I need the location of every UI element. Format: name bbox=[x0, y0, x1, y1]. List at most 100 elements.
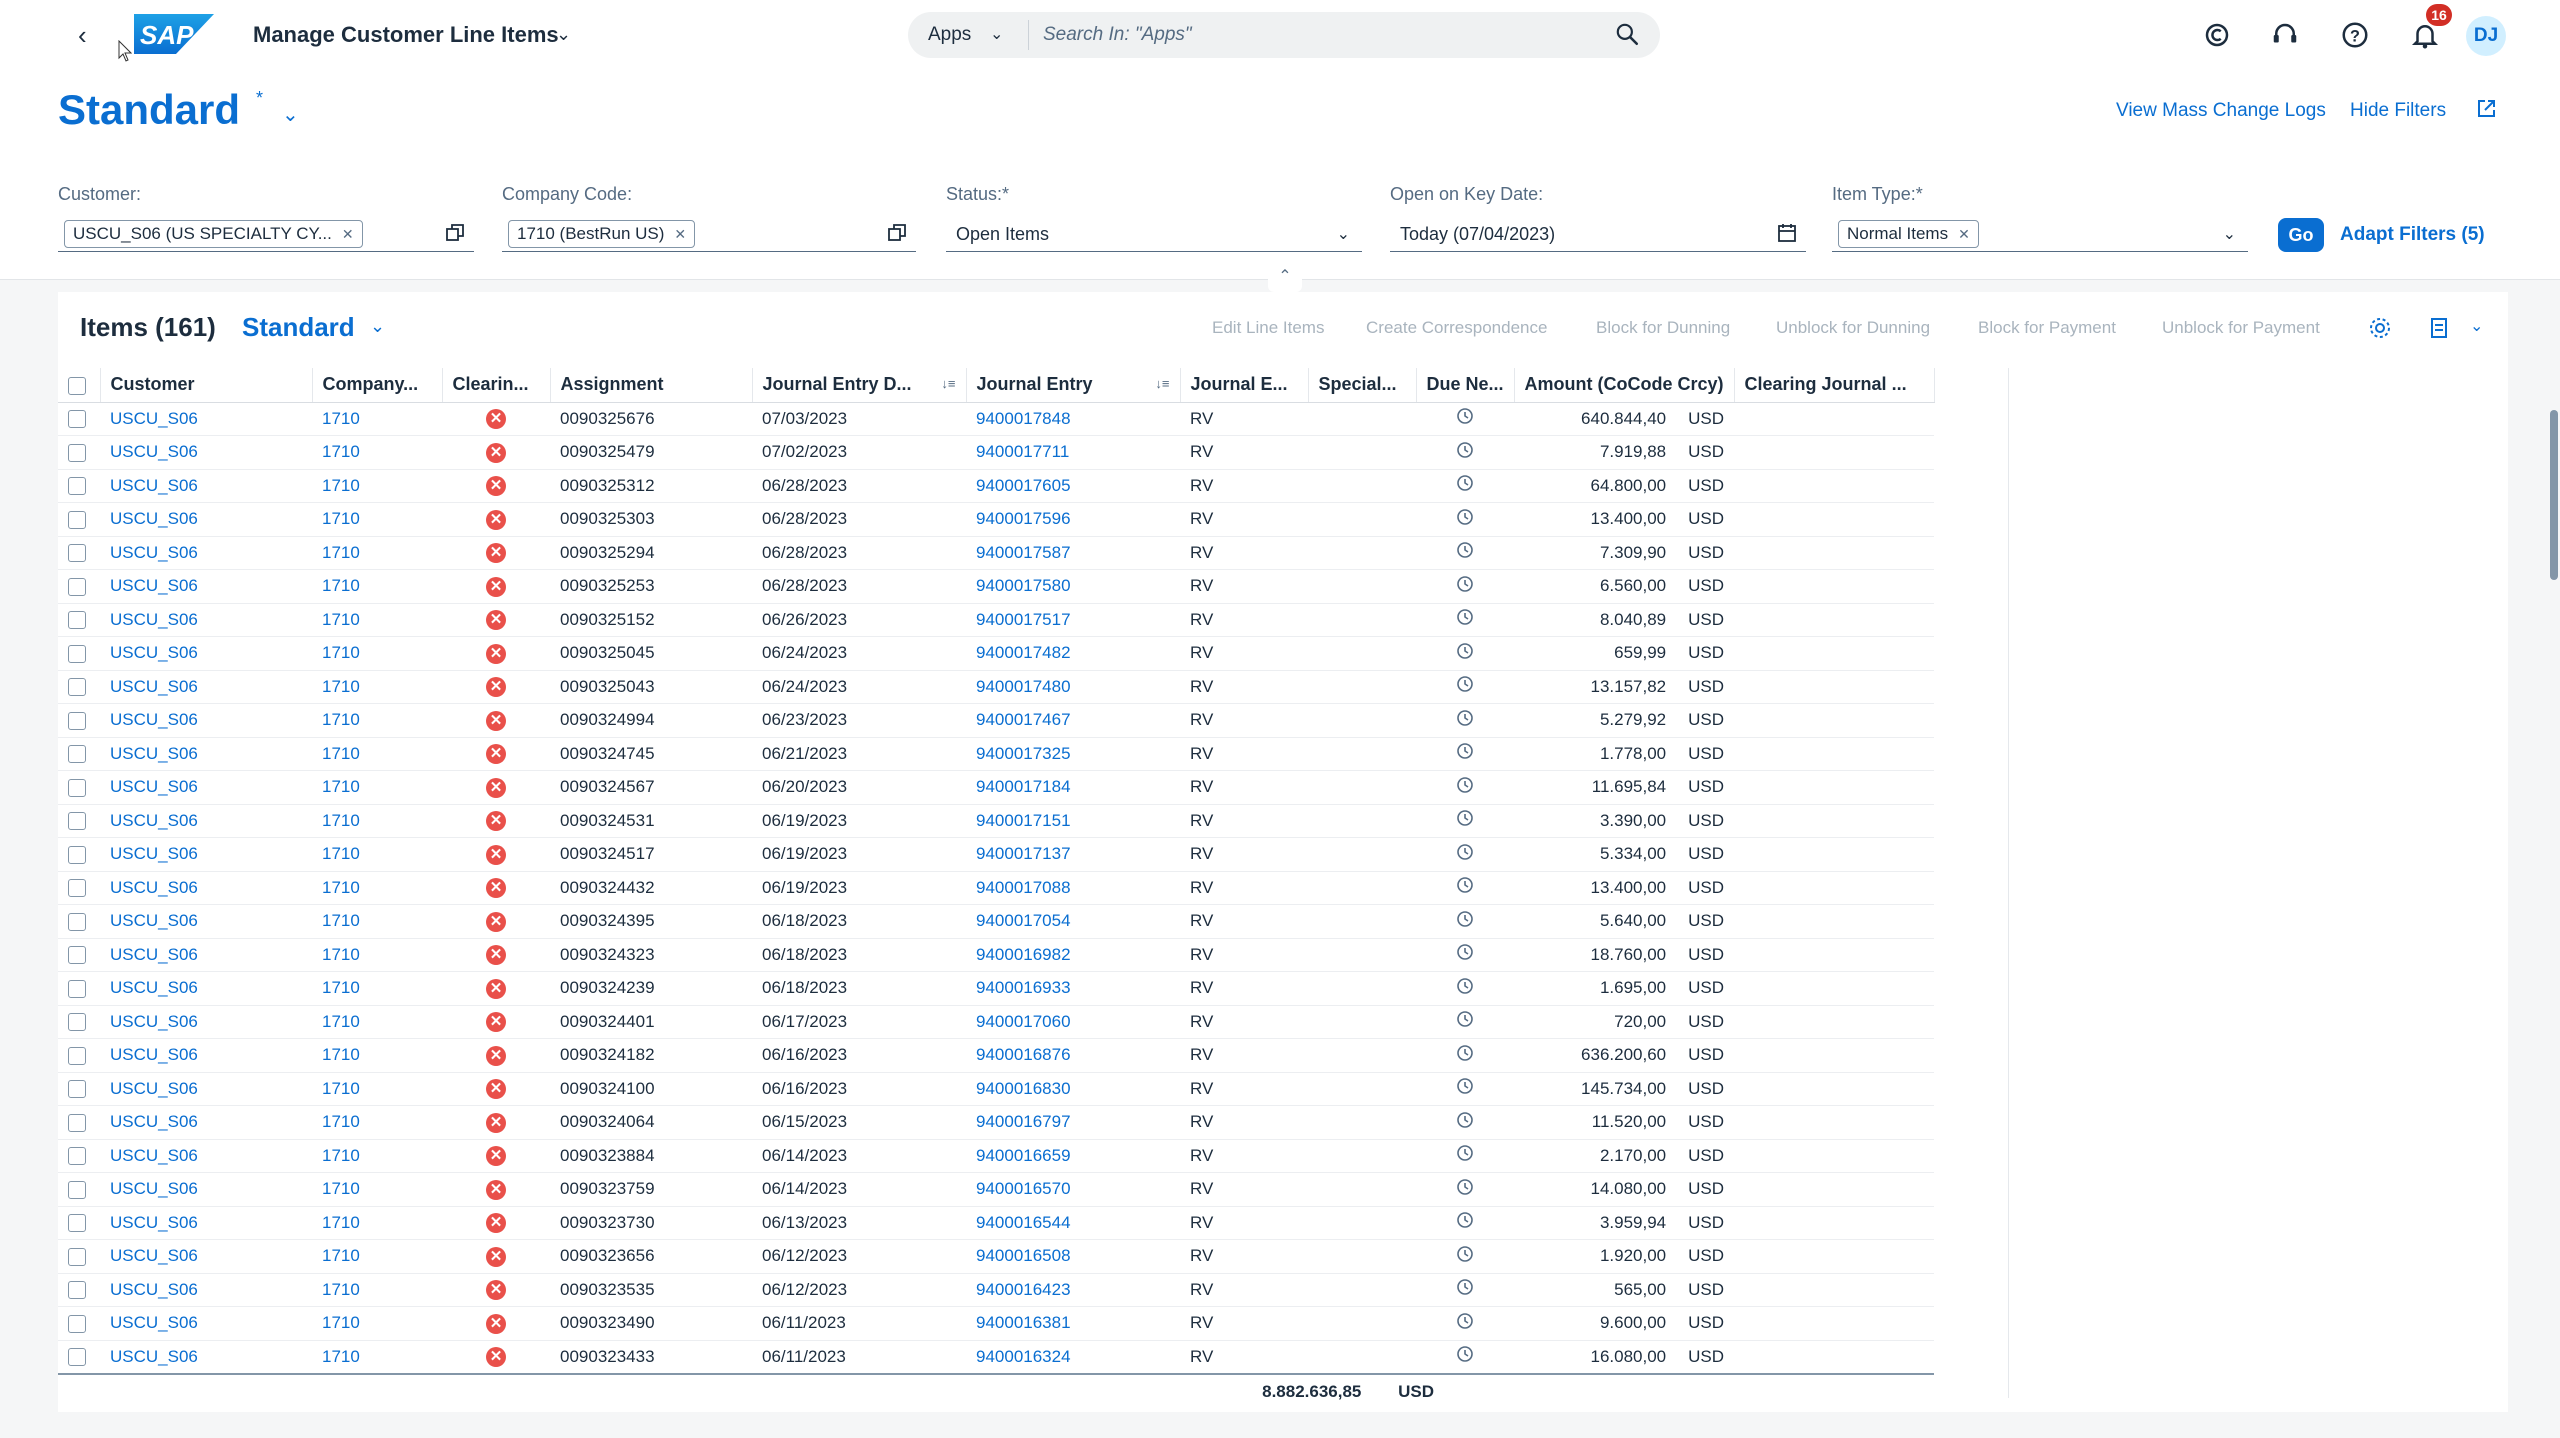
company-code-token[interactable]: 1710 (BestRun US) ✕ bbox=[508, 220, 696, 248]
row-select-cell[interactable] bbox=[58, 1105, 100, 1140]
col-amount[interactable]: Amount (CoCode Crcy) bbox=[1514, 368, 1735, 403]
remove-token-icon[interactable]: ✕ bbox=[1958, 226, 1970, 242]
company-code-link[interactable]: 1710 bbox=[312, 502, 442, 537]
journal-entry-link[interactable]: 9400016423 bbox=[966, 1273, 1180, 1307]
customer-link[interactable]: USCU_S06 bbox=[100, 402, 312, 436]
table-row[interactable]: USCU_S06 1710 ✕ 0090324531 06/19/2023 9400017… bbox=[58, 804, 1935, 838]
row-select-cell[interactable] bbox=[58, 603, 100, 637]
col-assignment[interactable]: Assignment bbox=[550, 368, 753, 403]
company-code-link[interactable]: 1710 bbox=[312, 1306, 442, 1341]
search-scope-select[interactable]: Apps bbox=[928, 24, 971, 46]
calendar-icon[interactable] bbox=[1776, 222, 1798, 244]
customer-link[interactable]: USCU_S06 bbox=[100, 569, 312, 604]
search-input[interactable] bbox=[1043, 20, 1583, 50]
journal-entry-link[interactable]: 9400016933 bbox=[966, 971, 1180, 1006]
company-code-link[interactable]: 1710 bbox=[312, 1239, 442, 1274]
row-select-cell[interactable] bbox=[58, 770, 100, 805]
table-row[interactable]: USCU_S06 1710 ✕ 0090324745 06/21/2023 9400017… bbox=[58, 737, 1935, 771]
table-row[interactable]: USCU_S06 1710 ✕ 0090325479 07/02/2023 9400017… bbox=[58, 435, 1935, 470]
unblock-for-payment-button[interactable]: Unblock for Payment bbox=[2162, 318, 2320, 338]
back-icon[interactable]: ‹ bbox=[78, 20, 87, 51]
table-row[interactable]: USCU_S06 1710 ✕ 0090324182 06/16/2023 9400016… bbox=[58, 1038, 1935, 1073]
company-code-link[interactable]: 1710 bbox=[312, 971, 442, 1006]
select-all-header[interactable] bbox=[58, 368, 101, 403]
col-clearing-status[interactable]: Clearin... bbox=[442, 368, 551, 403]
value-help-icon[interactable] bbox=[444, 222, 466, 244]
row-select-cell[interactable] bbox=[58, 1005, 100, 1039]
customer-link[interactable]: USCU_S06 bbox=[100, 1239, 312, 1274]
row-select-cell[interactable] bbox=[58, 636, 100, 671]
row-select-cell[interactable] bbox=[58, 1206, 100, 1240]
table-row[interactable]: USCU_S06 1710 ✕ 0090325253 06/28/2023 9400017… bbox=[58, 569, 1935, 604]
company-code-link[interactable]: 1710 bbox=[312, 402, 442, 436]
customer-link[interactable]: USCU_S06 bbox=[100, 603, 312, 637]
table-row[interactable]: USCU_S06 1710 ✕ 0090323730 06/13/2023 9400016… bbox=[58, 1206, 1935, 1240]
journal-entry-link[interactable]: 9400016659 bbox=[966, 1139, 1180, 1173]
row-checkbox[interactable] bbox=[68, 778, 86, 797]
journal-entry-link[interactable]: 9400017596 bbox=[966, 502, 1180, 537]
go-button[interactable]: Go bbox=[2278, 218, 2324, 252]
customer-link[interactable]: USCU_S06 bbox=[100, 1172, 312, 1207]
journal-entry-link[interactable]: 9400017517 bbox=[966, 603, 1180, 637]
customer-link[interactable]: USCU_S06 bbox=[100, 1340, 312, 1374]
company-code-link[interactable]: 1710 bbox=[312, 536, 442, 570]
row-checkbox[interactable] bbox=[68, 410, 86, 429]
company-code-link[interactable]: 1710 bbox=[312, 435, 442, 470]
table-row[interactable]: USCU_S06 1710 ✕ 0090324994 06/23/2023 9400017… bbox=[58, 703, 1935, 738]
export-spreadsheet-icon[interactable] bbox=[2428, 316, 2452, 340]
row-checkbox[interactable] bbox=[68, 577, 86, 596]
company-code-link[interactable]: 1710 bbox=[312, 770, 442, 805]
row-select-cell[interactable] bbox=[58, 837, 100, 872]
table-row[interactable]: USCU_S06 1710 ✕ 0090325676 07/03/2023 9400017… bbox=[58, 402, 1935, 436]
table-settings-gear-icon[interactable] bbox=[2368, 316, 2392, 340]
row-checkbox[interactable] bbox=[68, 678, 86, 697]
company-code-link[interactable]: 1710 bbox=[312, 737, 442, 771]
row-checkbox[interactable] bbox=[68, 745, 86, 764]
col-due-net[interactable]: Due Ne... bbox=[1416, 368, 1515, 403]
row-checkbox[interactable] bbox=[68, 1046, 86, 1065]
table-row[interactable]: USCU_S06 1710 ✕ 0090324395 06/18/2023 9400017… bbox=[58, 904, 1935, 939]
journal-entry-link[interactable]: 9400017587 bbox=[966, 536, 1180, 570]
table-row[interactable]: USCU_S06 1710 ✕ 0090323535 06/12/2023 9400016… bbox=[58, 1273, 1935, 1307]
table-row[interactable]: USCU_S06 1710 ✕ 0090323759 06/14/2023 9400016… bbox=[58, 1172, 1935, 1207]
table-variant-selector[interactable]: Standard bbox=[242, 312, 355, 343]
collapse-header-chevron-up-icon[interactable]: ⌃ bbox=[1268, 266, 1302, 292]
remove-token-icon[interactable]: ✕ bbox=[674, 226, 686, 242]
sort-descending-icon[interactable]: ↓≡ bbox=[941, 376, 955, 391]
company-code-filter-field[interactable]: 1710 (BestRun US) ✕ bbox=[502, 216, 916, 252]
row-select-cell[interactable] bbox=[58, 670, 100, 704]
journal-entry-link[interactable]: 9400017580 bbox=[966, 569, 1180, 604]
search-icon[interactable] bbox=[1614, 21, 1640, 47]
journal-entry-link[interactable]: 9400016876 bbox=[966, 1038, 1180, 1073]
company-code-link[interactable]: 1710 bbox=[312, 804, 442, 838]
company-code-link[interactable]: 1710 bbox=[312, 938, 442, 972]
customer-link[interactable]: USCU_S06 bbox=[100, 1005, 312, 1039]
table-row[interactable]: USCU_S06 1710 ✕ 0090325303 06/28/2023 9400017… bbox=[58, 502, 1935, 537]
journal-entry-link[interactable]: 9400016570 bbox=[966, 1172, 1180, 1207]
table-variant-chevron-down-icon[interactable]: ⌄ bbox=[370, 316, 385, 337]
row-select-cell[interactable] bbox=[58, 971, 100, 1006]
row-checkbox[interactable] bbox=[68, 711, 86, 730]
journal-entry-link[interactable]: 9400017848 bbox=[966, 402, 1180, 436]
company-code-link[interactable]: 1710 bbox=[312, 1038, 442, 1073]
company-code-link[interactable]: 1710 bbox=[312, 904, 442, 939]
row-select-cell[interactable] bbox=[58, 536, 100, 570]
row-checkbox[interactable] bbox=[68, 544, 86, 563]
row-select-cell[interactable] bbox=[58, 469, 100, 503]
item-type-multiselect[interactable]: Normal Items ✕ ⌄ bbox=[1832, 216, 2248, 252]
journal-entry-link[interactable]: 9400016797 bbox=[966, 1105, 1180, 1140]
create-correspondence-button[interactable]: Create Correspondence bbox=[1366, 318, 1547, 338]
row-select-cell[interactable] bbox=[58, 569, 100, 604]
row-checkbox[interactable] bbox=[68, 477, 86, 496]
row-select-cell[interactable] bbox=[58, 1273, 100, 1307]
export-menu-chevron-down-icon[interactable]: ⌄ bbox=[2470, 316, 2483, 336]
company-code-link[interactable]: 1710 bbox=[312, 1105, 442, 1140]
row-checkbox[interactable] bbox=[68, 443, 86, 462]
company-code-link[interactable]: 1710 bbox=[312, 1172, 442, 1207]
share-icon[interactable] bbox=[2474, 97, 2498, 121]
table-row[interactable]: USCU_S06 1710 ✕ 0090323656 06/12/2023 9400016… bbox=[58, 1239, 1935, 1274]
col-journal-entry-type[interactable]: Journal E... bbox=[1180, 368, 1309, 403]
table-row[interactable]: USCU_S06 1710 ✕ 0090325043 06/24/2023 9400017… bbox=[58, 670, 1935, 704]
customer-link[interactable]: USCU_S06 bbox=[100, 1306, 312, 1341]
row-select-cell[interactable] bbox=[58, 871, 100, 905]
